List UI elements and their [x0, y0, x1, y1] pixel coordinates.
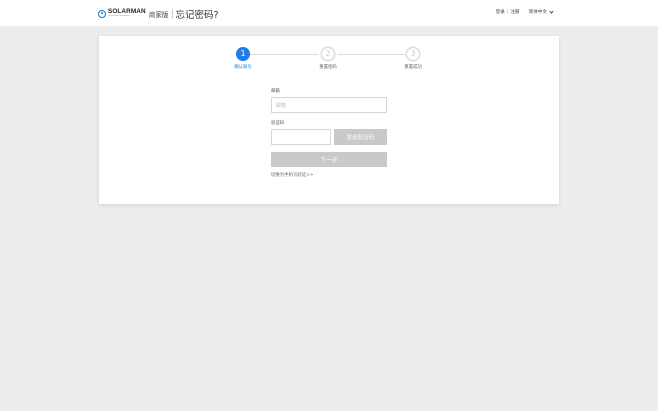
- brand[interactable]: SOLARMAN Smart Energy Management 商家版 忘记密…: [98, 7, 219, 21]
- logo-wordmark: SOLARMAN Smart Energy Management: [108, 8, 146, 18]
- progress-steps: 1 确认账号 2 重置密码 3 重置成功: [233, 47, 423, 73]
- solarman-logo-icon: [98, 9, 106, 18]
- step-3: 3 重置成功: [393, 47, 433, 70]
- edition-label: 商家版: [148, 10, 169, 19]
- verification-code-row: 发送验证码: [271, 129, 387, 145]
- header-divider: [171, 8, 173, 19]
- step-1-circle: 1: [236, 47, 250, 61]
- email-field[interactable]: 邮箱: [271, 97, 387, 113]
- switch-to-phone-link[interactable]: 切换为手机号验证>>: [271, 172, 387, 178]
- account-links: 登录 | 注册 简体中文: [496, 9, 554, 15]
- step-2-circle: 2: [321, 47, 335, 61]
- forgot-password-card: 1 确认账号 2 重置密码 3 重置成功 邮箱 邮箱 验证码 发送验证码 下一步…: [99, 36, 559, 204]
- next-step-button[interactable]: 下一步: [271, 152, 387, 167]
- verification-code-field[interactable]: [271, 129, 331, 145]
- login-link[interactable]: 登录: [496, 9, 505, 15]
- language-label: 简体中文: [528, 10, 547, 15]
- step-3-circle: 3: [406, 47, 420, 61]
- chevron-down-icon: [549, 9, 554, 14]
- logo-tagline: Smart Energy Management: [108, 15, 130, 18]
- step-3-label: 重置成功: [404, 65, 422, 70]
- email-label: 邮箱: [271, 89, 280, 94]
- send-code-button[interactable]: 发送验证码: [334, 129, 387, 145]
- step-1: 1 确认账号: [223, 47, 263, 70]
- step-2-label: 重置密码: [319, 65, 337, 70]
- top-navigation-bar: SOLARMAN Smart Energy Management 商家版 忘记密…: [0, 0, 658, 26]
- step-2: 2 重置密码: [308, 47, 348, 70]
- email-placeholder: 邮箱: [276, 102, 287, 109]
- register-link[interactable]: 注册: [510, 9, 519, 15]
- verification-code-label: 验证码: [271, 121, 285, 126]
- page-title: 忘记密码?: [175, 9, 219, 21]
- link-separator: |: [506, 9, 509, 15]
- account-verification-form: 邮箱 邮箱 验证码 发送验证码 下一步 切换为手机号验证>>: [271, 89, 387, 178]
- step-1-label: 确认账号: [234, 65, 252, 70]
- language-selector[interactable]: 简体中文: [528, 9, 554, 15]
